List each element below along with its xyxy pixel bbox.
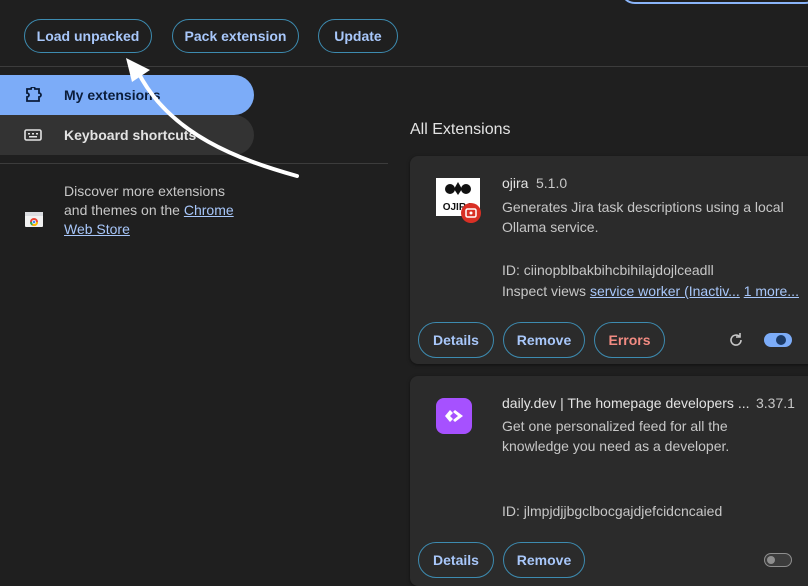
extension-version: 5.1.0 bbox=[536, 175, 568, 191]
update-button[interactable]: Update bbox=[318, 19, 398, 53]
inspect-views: Inspect views service worker (Inactiv...… bbox=[502, 283, 799, 299]
reload-icon[interactable] bbox=[728, 332, 744, 348]
extension-description: Get one personalized feed for all the kn… bbox=[502, 418, 730, 454]
puzzle-icon bbox=[26, 87, 42, 102]
details-button[interactable]: Details bbox=[418, 322, 494, 358]
sidebar-item-label: Keyboard shortcuts bbox=[64, 127, 197, 143]
extension-name: daily.dev | The homepage developers ... bbox=[502, 395, 750, 411]
chrome-web-store-icon bbox=[25, 212, 43, 227]
enable-toggle[interactable] bbox=[764, 333, 792, 347]
sidebar-item-label: My extensions bbox=[64, 87, 161, 103]
sidebar-item-my-extensions[interactable]: My extensions bbox=[0, 75, 254, 115]
toolbar: Load unpacked Pack extension Update bbox=[0, 0, 808, 67]
remove-button[interactable]: Remove bbox=[503, 322, 585, 358]
extension-card-daily-dev: daily.dev | The homepage developers ... … bbox=[410, 376, 808, 586]
service-worker-link[interactable]: service worker (Inactiv... bbox=[590, 283, 740, 299]
daily-dev-logo-icon bbox=[436, 398, 472, 434]
sidebar-divider bbox=[0, 163, 388, 164]
developer-mode-badge-icon bbox=[461, 203, 481, 223]
enable-toggle[interactable] bbox=[764, 553, 792, 567]
sidebar-item-keyboard-shortcuts[interactable]: Keyboard shortcuts bbox=[0, 115, 254, 155]
pack-extension-button[interactable]: Pack extension bbox=[172, 19, 299, 53]
details-button[interactable]: Details bbox=[418, 542, 494, 578]
remove-button[interactable]: Remove bbox=[503, 542, 585, 578]
page-title: All Extensions bbox=[410, 121, 511, 138]
extension-description: Generates Jira task descriptions using a… bbox=[502, 199, 784, 235]
extension-id: ID: jlmpjdjjbgclbocgajdjefcidcncaied bbox=[502, 503, 723, 519]
extension-card-ojira: OJIRA ojira 5.1.0 Generates Jira task de… bbox=[410, 156, 808, 364]
discover-more-text: Discover more extensions and themes on t… bbox=[64, 183, 234, 237]
more-views-link[interactable]: 1 more... bbox=[744, 283, 799, 299]
extension-version: 3.37.1 bbox=[756, 395, 795, 411]
search-field-edge[interactable] bbox=[620, 0, 808, 4]
extension-name: ojira bbox=[502, 175, 529, 191]
load-unpacked-button[interactable]: Load unpacked bbox=[24, 19, 152, 53]
extension-id: ID: ciinopblbakbihcbihilajdojlceadll bbox=[502, 262, 714, 278]
keyboard-icon bbox=[24, 129, 42, 141]
errors-button[interactable]: Errors bbox=[594, 322, 665, 358]
